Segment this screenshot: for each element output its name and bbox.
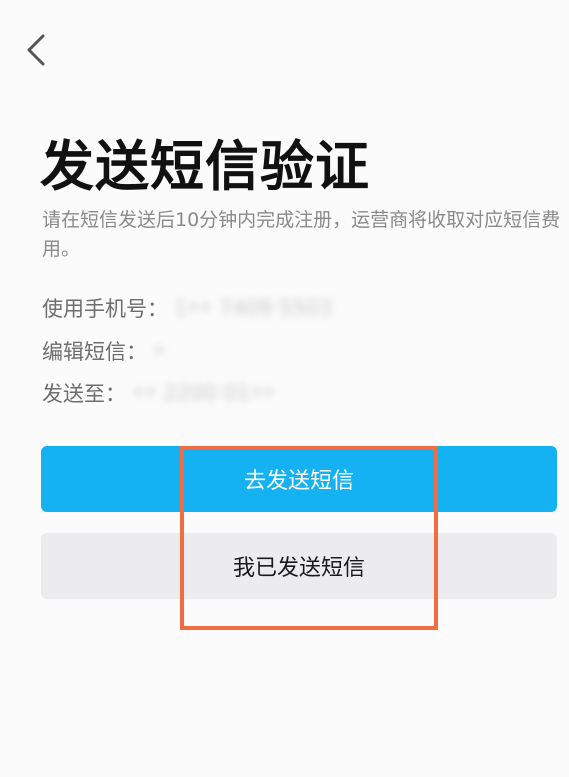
send-sms-button[interactable]: 去发送短信 — [41, 446, 557, 512]
sms-content-row: 编辑短信： • — [42, 336, 165, 366]
page-title: 发送短信验证 — [40, 135, 370, 198]
send-to-row: 发送至： •• 2200 01•• — [42, 378, 275, 408]
back-button[interactable] — [18, 30, 54, 70]
sms-sent-button[interactable]: 我已发送短信 — [41, 533, 557, 599]
chevron-left-icon — [27, 34, 45, 66]
send-to-label: 发送至： — [42, 382, 126, 406]
send-to-value: •• 2200 01•• — [132, 381, 276, 405]
phone-number-label: 使用手机号： — [42, 297, 168, 321]
sms-content-value: • — [153, 339, 166, 363]
phone-number-row: 使用手机号： 1•• 7409 5503 — [42, 293, 332, 323]
description-text: 请在短信发送后10分钟内完成注册，运营商将收取对应短信费用。 — [42, 209, 561, 260]
sms-content-label: 编辑短信： — [42, 340, 147, 364]
phone-number-value: 1•• 7409 5503 — [174, 296, 333, 320]
